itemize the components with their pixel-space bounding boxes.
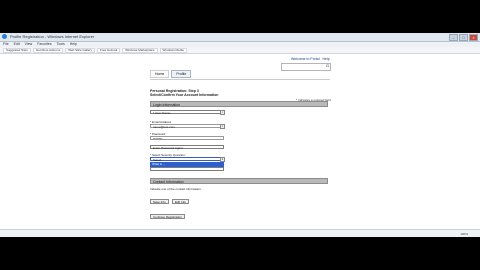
maximize-icon[interactable]: □ <box>459 34 468 41</box>
page-subtitle: Select/Confirm Your Account Information <box>150 93 219 97</box>
user-name-label: * User Name: <box>153 111 172 115</box>
section-login-header: Login Information <box>150 101 328 107</box>
section-contact-header: Contact Information <box>150 178 328 184</box>
favorite-item[interactable]: Web Slice Gallery <box>65 47 96 53</box>
page-content: Welcome to Portal Help G Home Profile Pe… <box>0 54 480 230</box>
browser-window: Profile Registration - Windows Internet … <box>0 33 480 237</box>
welcome-link[interactable]: Welcome to Portal <box>291 57 320 61</box>
favorite-item[interactable]: Windows Marketplace <box>122 47 158 53</box>
tab-bar: Home Profile <box>150 70 192 78</box>
security-answer-field[interactable] <box>150 167 224 171</box>
edit-button[interactable]: Edit Info <box>172 199 190 204</box>
divider <box>150 79 330 80</box>
zoom-level[interactable]: 100% <box>460 232 468 236</box>
window-title: Profile Registration - Windows Internet … <box>10 34 95 39</box>
security-question-select[interactable]: Select <box>150 157 224 162</box>
user-name-field[interactable]: * User Name: <box>150 110 224 115</box>
favorite-item[interactable]: Suggested Sites <box>3 47 31 53</box>
tab-home[interactable]: Home <box>150 70 170 78</box>
status-bar: 100% <box>0 229 480 237</box>
confirm-password-field[interactable]: Enter Password Again: <box>150 145 224 150</box>
favorites-bar: Suggested Sites Get More Add-ons Web Sli… <box>0 47 480 54</box>
password-value: ******** <box>153 137 163 141</box>
field-check-icon: ✓ <box>220 110 225 115</box>
favorite-item[interactable]: Windows Media <box>159 47 187 53</box>
email-field[interactable]: name@test.com <box>150 124 224 129</box>
search-go-button[interactable]: G <box>326 63 329 68</box>
ie-logo-icon <box>2 34 7 39</box>
field-check-icon: ✓ <box>220 124 225 129</box>
save-button[interactable]: Save Info <box>150 199 169 204</box>
favorite-item[interactable]: Free Hotmail <box>97 47 121 53</box>
search-input[interactable] <box>281 63 331 71</box>
email-value: name@test.com <box>153 125 175 129</box>
title-bar: Profile Registration - Windows Internet … <box>0 33 480 42</box>
tab-profile[interactable]: Profile <box>171 70 192 78</box>
window-controls: – □ × <box>449 34 478 41</box>
minimize-icon[interactable]: – <box>449 34 458 41</box>
favorite-item[interactable]: Get More Add-ons <box>32 47 64 53</box>
continue-registration-button[interactable]: Continue Registration <box>150 214 185 219</box>
password-field[interactable]: ******** <box>150 136 224 141</box>
contact-note: Indicate one of the contact information. <box>150 187 202 191</box>
top-links: Welcome to Portal Help <box>291 57 330 61</box>
help-link[interactable]: Help <box>323 57 330 61</box>
close-icon[interactable]: × <box>469 34 478 41</box>
confirm-password-label: Enter Password Again: <box>153 146 184 150</box>
